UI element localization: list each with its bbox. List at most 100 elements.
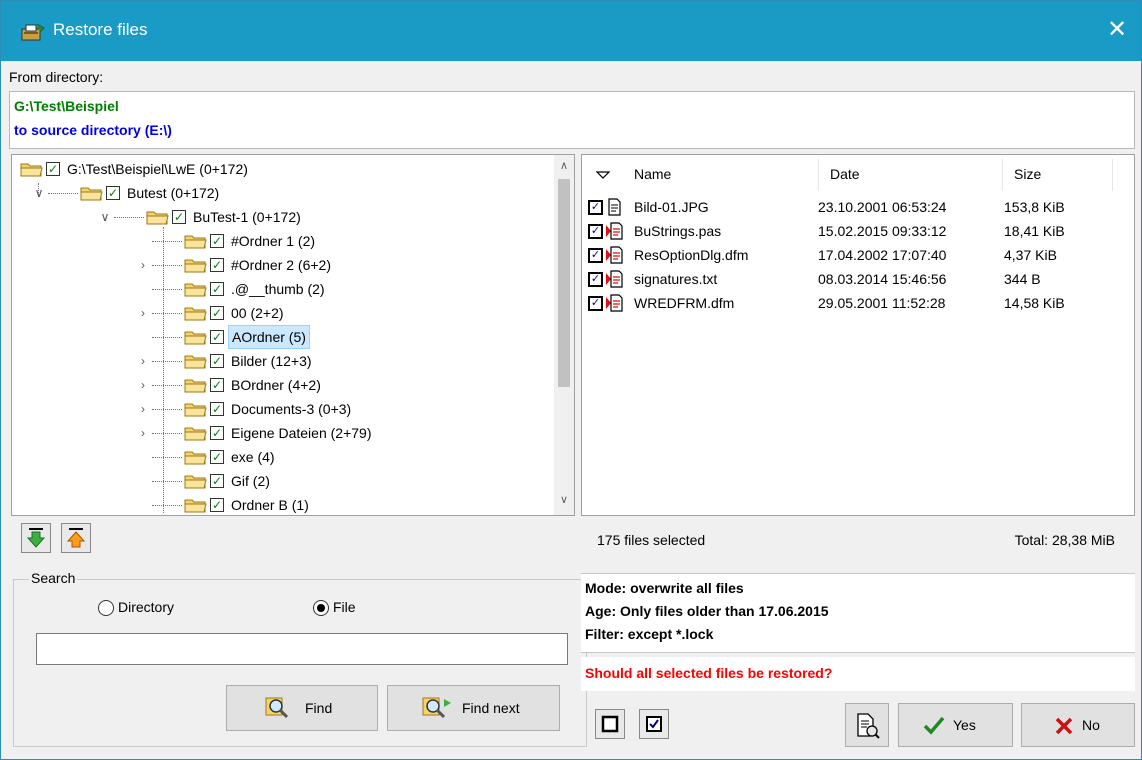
document-conflict-icon xyxy=(606,294,623,312)
expand-chevron-icon[interactable]: ∨ xyxy=(98,205,112,229)
tree-item-label: .@__thumb (2) xyxy=(231,281,325,297)
column-header-date[interactable]: Date xyxy=(830,155,860,193)
window-title: Restore files xyxy=(53,20,148,39)
scrollbar-thumb[interactable] xyxy=(558,179,570,387)
file-list[interactable]: Name Date Size ✓ Bild-01.JPG 23.10.2001 06… xyxy=(581,154,1135,516)
file-checkbox[interactable]: ✓ xyxy=(588,224,603,239)
tree-checkbox[interactable]: ✓ xyxy=(210,306,224,320)
radio-directory-circle[interactable] xyxy=(98,600,114,616)
tree-item-label: G:\Test\Beispiel\LwE (0+172) xyxy=(67,161,248,177)
collapse-chevron-icon[interactable]: › xyxy=(136,397,150,421)
file-row[interactable]: ✓ ResOptionDlg.dfm 17.04.2002 17:07:40 4,37… xyxy=(582,243,1134,267)
file-row[interactable]: ✓ BuStrings.pas 15.02.2015 09:33:12 18,41 K… xyxy=(582,219,1134,243)
tree-line xyxy=(152,289,182,290)
tree-item-label: Butest (0+172) xyxy=(127,185,220,201)
tree-checkbox[interactable]: ✓ xyxy=(210,282,224,296)
tree-item-label: Bilder (12+3) xyxy=(231,353,312,369)
document-conflict-icon xyxy=(606,222,623,240)
file-row[interactable]: ✓ WREDFRM.dfm 29.05.2001 11:52:28 14,58 KiB xyxy=(582,291,1134,315)
file-size: 14,58 KiB xyxy=(1004,295,1065,311)
file-checkbox[interactable]: ✓ xyxy=(588,200,603,215)
tree-line xyxy=(152,361,182,362)
tree-checkbox[interactable]: ✓ xyxy=(46,162,60,176)
target-directory: to source directory (E:\) xyxy=(14,122,172,138)
tree-line xyxy=(48,193,78,194)
collapse-chevron-icon[interactable]: › xyxy=(136,373,150,397)
expand-chevron-icon[interactable]: ∨ xyxy=(32,181,46,205)
scroll-up-icon[interactable]: ∧ xyxy=(554,159,574,172)
expand-all-button[interactable] xyxy=(21,523,51,553)
tree-line xyxy=(152,265,182,266)
collapse-chevron-icon[interactable]: › xyxy=(136,301,150,325)
folder-icon xyxy=(184,499,207,513)
sort-toggle-icon[interactable] xyxy=(596,171,610,179)
tree-checkbox[interactable]: ✓ xyxy=(210,258,224,272)
folder-icon xyxy=(20,163,43,177)
tree-checkbox[interactable]: ✓ xyxy=(106,186,120,200)
yes-button[interactable]: Yes xyxy=(898,703,1013,747)
collapse-all-button[interactable] xyxy=(61,523,91,553)
tree-line xyxy=(152,409,182,410)
close-icon[interactable]: ✕ xyxy=(1093,1,1141,61)
document-conflict-icon xyxy=(606,246,623,264)
no-button-label: No xyxy=(1082,717,1100,733)
tree-checkbox[interactable]: ✓ xyxy=(210,330,224,344)
folder-icon xyxy=(184,475,207,489)
tree-checkbox[interactable]: ✓ xyxy=(172,210,186,224)
tree-checkbox[interactable]: ✓ xyxy=(210,474,224,488)
tree-item-label: #Ordner 1 (2) xyxy=(231,233,316,249)
arrow-up-orange-icon xyxy=(66,528,86,548)
document-conflict-icon xyxy=(606,270,623,288)
folder-icon xyxy=(184,427,207,441)
tree-checkbox[interactable]: ✓ xyxy=(210,378,224,392)
find-next-button[interactable]: Find next xyxy=(387,685,560,731)
tree-checkbox[interactable]: ✓ xyxy=(210,234,224,248)
file-date: 29.05.2001 11:52:28 xyxy=(818,295,946,311)
find-next-button-label: Find next xyxy=(462,700,520,716)
tree-scrollbar[interactable]: ∧ ∨ xyxy=(554,155,574,515)
column-header-size[interactable]: Size xyxy=(1014,155,1041,193)
checkbox-empty-icon xyxy=(601,715,619,733)
tree-checkbox[interactable]: ✓ xyxy=(210,450,224,464)
arrow-down-green-icon xyxy=(26,528,46,548)
file-checkbox[interactable]: ✓ xyxy=(588,296,603,311)
directory-tree[interactable]: ✓ G:\Test\Beispiel\LwE (0+172) ∨ ✓ Butest (0… xyxy=(11,154,575,516)
tree-checkbox[interactable]: ✓ xyxy=(210,402,224,416)
column-header-name[interactable]: Name xyxy=(634,155,671,193)
file-date: 23.10.2001 06:53:24 xyxy=(818,199,947,215)
folder-icon xyxy=(184,307,207,321)
restore-files-window: Restore files ✕ From directory: G:\Test\… xyxy=(0,0,1142,760)
tree-checkbox[interactable]: ✓ xyxy=(210,498,224,512)
tree-line xyxy=(152,457,182,458)
folder-icon xyxy=(80,187,103,201)
folder-icon xyxy=(184,283,207,297)
folder-icon xyxy=(184,331,207,345)
file-checkbox[interactable]: ✓ xyxy=(588,248,603,263)
find-button-label: Find xyxy=(305,700,333,716)
radio-file-circle[interactable] xyxy=(313,600,329,616)
uncheck-all-button[interactable] xyxy=(595,709,625,739)
file-row[interactable]: ✓ signatures.txt 08.03.2014 15:46:56 344 B xyxy=(582,267,1134,291)
file-checkbox[interactable]: ✓ xyxy=(588,272,603,287)
collapse-chevron-icon[interactable]: › xyxy=(136,421,150,445)
collapse-chevron-icon[interactable]: › xyxy=(136,253,150,277)
radio-file-label: File xyxy=(333,599,356,615)
file-row[interactable]: ✓ Bild-01.JPG 23.10.2001 06:53:24 153,8 KiB xyxy=(582,195,1134,219)
document-search-icon xyxy=(857,713,880,739)
folder-icon xyxy=(184,379,207,393)
tree-checkbox[interactable]: ✓ xyxy=(210,426,224,440)
check-all-button[interactable] xyxy=(639,709,669,739)
tree-line xyxy=(152,505,182,506)
restore-question: Should all selected files be restored? xyxy=(585,665,833,681)
folder-icon xyxy=(184,355,207,369)
search-input[interactable] xyxy=(36,633,568,665)
collapse-chevron-icon[interactable]: › xyxy=(136,349,150,373)
tree-checkbox[interactable]: ✓ xyxy=(210,354,224,368)
no-button[interactable]: No xyxy=(1021,703,1135,747)
file-name: BuStrings.pas xyxy=(634,223,722,239)
find-button[interactable]: Find xyxy=(226,685,378,731)
file-list-header: Name Date Size xyxy=(582,155,1134,193)
view-details-button[interactable] xyxy=(845,703,889,747)
info-box: Mode: overwrite all files Age: Only file… xyxy=(581,573,1135,653)
scroll-down-icon[interactable]: ∨ xyxy=(554,493,574,506)
